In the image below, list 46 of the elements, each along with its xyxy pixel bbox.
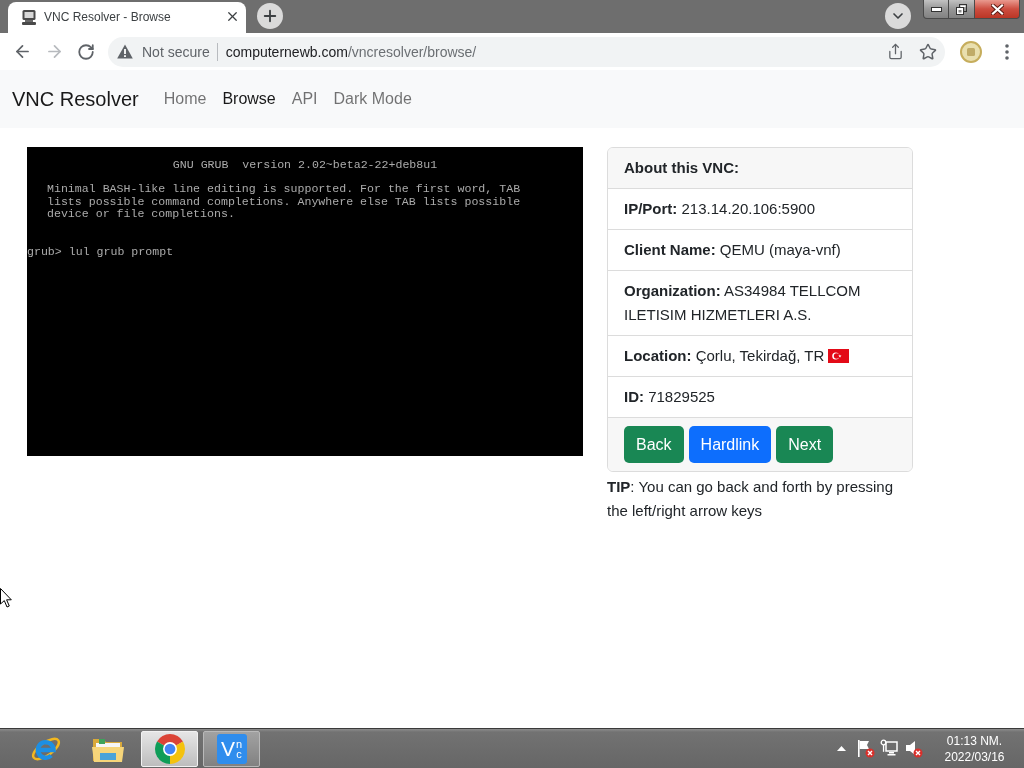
nav-link[interactable]: API xyxy=(283,90,326,108)
nav-link[interactable]: Home xyxy=(155,90,215,108)
action-button[interactable]: Back xyxy=(624,426,684,463)
card-header: About this VNC: xyxy=(608,148,912,189)
info-text: Organization: AS34984 TELLCOM ILETISIM HIZMETLERI A.S. xyxy=(624,282,861,323)
nav-link[interactable]: Browse xyxy=(214,90,284,108)
tab-search-button[interactable] xyxy=(885,3,911,29)
terminal-line: device or file completions. xyxy=(47,208,235,221)
close-icon xyxy=(990,3,1004,15)
address-bar[interactable]: Not secure computernewb.com/vncresolver/browse/ xyxy=(108,36,945,67)
nav-link[interactable]: Dark Mode xyxy=(325,90,420,108)
taskbar-button[interactable] xyxy=(141,730,198,767)
warning-icon xyxy=(117,44,133,59)
info-text: IP/Port: 213.14.20.106:5900 xyxy=(624,200,815,217)
browser-logo-icon xyxy=(154,733,185,764)
security-text: Not secure xyxy=(142,43,210,60)
close-icon[interactable] xyxy=(225,9,240,24)
info-text: Client Name: QEMU (maya-vnf) xyxy=(624,241,841,258)
star-icon xyxy=(919,42,937,61)
brand-link[interactable]: VNC Resolver xyxy=(12,87,139,111)
minimize-icon xyxy=(930,6,942,12)
tip-text: TIP: You can go back and forth by pressing the left/right arrow keys xyxy=(607,477,895,521)
terminal-line: grub> lul grub prompt xyxy=(27,245,174,258)
terminal-line: lists possible command completions. Anywhere else TAB lists possible xyxy=(47,195,521,208)
restore-icon xyxy=(956,3,967,15)
new-tab-button[interactable] xyxy=(257,3,283,29)
caret-up-icon xyxy=(836,746,846,751)
close-window-button[interactable] xyxy=(975,0,1020,19)
plus-icon xyxy=(261,7,279,25)
flag-icon xyxy=(828,349,850,363)
clock-time: 01:13 NM. xyxy=(946,732,1003,749)
url-text: computernewb.com/vncresolver/browse/ xyxy=(225,43,478,60)
browser-tab[interactable]: VNC Resolver - Browse xyxy=(8,2,246,33)
clock-date: 2022/03/16 xyxy=(944,748,1005,765)
computer-icon xyxy=(21,8,37,25)
reload-icon xyxy=(77,42,95,61)
terminal-line: Minimal BASH-like line editing is supported. For the first word, TAB xyxy=(47,183,521,196)
action-button[interactable]: Hardlink xyxy=(688,426,772,463)
minimize-button[interactable] xyxy=(923,0,949,19)
menu-icon xyxy=(1005,43,1009,60)
info-text: ID: 71829525 xyxy=(624,388,715,405)
share-icon xyxy=(886,43,904,60)
action-button[interactable]: Next xyxy=(776,426,834,463)
info-text: Location: Çorlu, Tekirdağ, TR xyxy=(624,347,825,364)
restore-button[interactable] xyxy=(949,0,975,19)
terminal-line: GNU GRUB version 2.02~beta2-22+deb8u1 xyxy=(172,159,438,172)
